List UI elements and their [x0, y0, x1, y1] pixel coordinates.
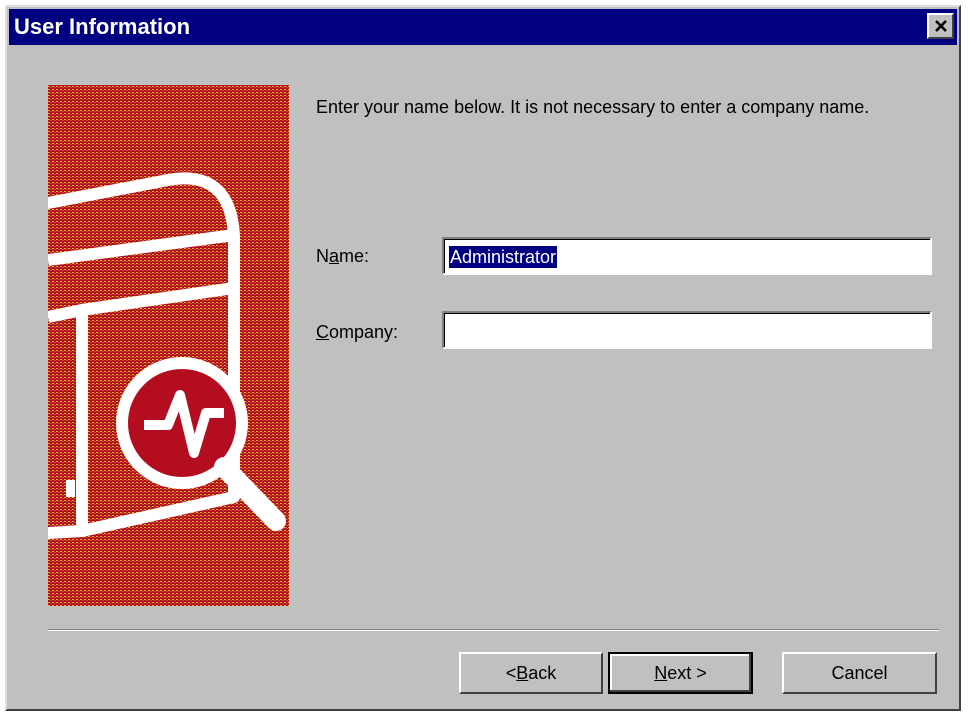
- name-label: Name:: [316, 246, 370, 266]
- close-button[interactable]: [927, 13, 954, 39]
- user-information-dialog: User Information Enter your name below. …: [5, 5, 961, 711]
- separator: [48, 629, 939, 631]
- company-input[interactable]: [442, 311, 932, 349]
- name-input-value: Administrator: [449, 246, 558, 268]
- name-input[interactable]: Administrator: [442, 237, 932, 275]
- window-title: User Information: [14, 14, 191, 39]
- title-bar[interactable]: User Information: [9, 9, 957, 45]
- company-label: Company:: [316, 322, 399, 342]
- next-button[interactable]: Next >: [608, 652, 753, 694]
- instructions-text: Enter your name below. It is not necessa…: [316, 97, 870, 117]
- back-button[interactable]: < Back: [459, 652, 603, 694]
- setup-banner-image: [48, 85, 289, 606]
- close-icon: [934, 20, 947, 32]
- cancel-button[interactable]: Cancel: [782, 652, 937, 694]
